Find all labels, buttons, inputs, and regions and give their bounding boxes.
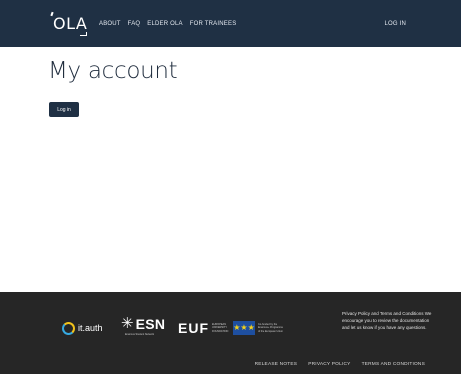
main-nav: ABOUT FAQ ELDER OLA FOR TRAINEES (99, 0, 236, 47)
nav-about[interactable]: ABOUT (99, 21, 121, 27)
itauth-label: it.auth (78, 323, 103, 333)
euf-subtitle: EUROPEAN UNIVERSITY FOUNDATION (212, 323, 228, 332)
eu-cofunded-logo[interactable]: ★★★ Co-funded by the Erasmus+ Programme … (233, 320, 283, 336)
eu-text-line: of the European Union (258, 329, 284, 333)
eu-stars: ★★★ (233, 323, 255, 332)
login-button[interactable]: Log in (49, 102, 79, 117)
eu-cofunded-text: Co-funded by the Erasmus+ Programme of t… (258, 323, 283, 332)
page: OLA ABOUT FAQ ELDER OLA FOR TRAINEES LOG… (0, 0, 461, 374)
logo-text: OLA (53, 14, 88, 33)
nav-for-trainees[interactable]: FOR TRAINEES (190, 21, 237, 27)
esn-label: ESN (135, 315, 166, 332)
footer-link-terms-and-conditions[interactable]: TERMS AND CONDITIONS (362, 362, 425, 367)
itauth-logo[interactable]: it.auth (62, 320, 103, 336)
esn-star-icon: ✳ (121, 315, 134, 332)
page-title: My account (48, 58, 178, 84)
footer-link-privacy-policy[interactable]: PRIVACY POLICY (308, 362, 350, 367)
footer-privacy-note: Privacy Policy and Terms and Conditions … (342, 311, 432, 330)
itauth-ring-icon (62, 321, 75, 335)
top-navbar: OLA ABOUT FAQ ELDER OLA FOR TRAINEES LOG… (0, 0, 461, 47)
esn-logo-row: ✳ ESN (121, 316, 165, 331)
euf-label: EUF (178, 320, 209, 336)
nav-elder-ola[interactable]: ELDER OLA (147, 21, 182, 27)
esn-subtitle: Erasmus Student Network (125, 333, 155, 336)
footer-link-release-notes[interactable]: RELEASE NOTES (255, 362, 298, 367)
euf-subtitle-line: FOUNDATION (212, 329, 229, 333)
nav-faq[interactable]: FAQ (128, 21, 141, 27)
euf-logo[interactable]: EUF EUROPEAN UNIVERSITY FOUNDATION (178, 320, 228, 336)
eu-flag-icon: ★★★ (233, 321, 255, 335)
ola-logo[interactable]: OLA (50, 11, 88, 36)
esn-logo[interactable]: ✳ ESN Erasmus Student Network (121, 316, 165, 338)
logo-accent-bottom (80, 32, 87, 36)
footer: it.auth ✳ ESN Erasmus Student Network EU… (0, 292, 461, 374)
footer-links: RELEASE NOTES PRIVACY POLICY TERMS AND C… (255, 362, 425, 367)
nav-login-link[interactable]: LOG IN (384, 0, 406, 47)
